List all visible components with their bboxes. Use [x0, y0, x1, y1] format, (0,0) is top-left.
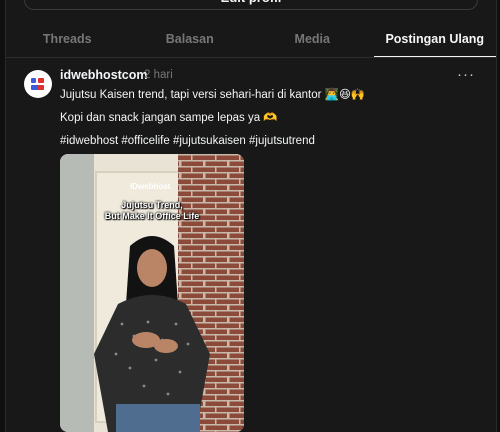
- video-caption-line-2: But Make It Office Life: [104, 211, 200, 221]
- post-time[interactable]: 2 hari: [144, 69, 173, 81]
- profile-tabs: Threads Balasan Media Postingan Ulang: [6, 23, 496, 57]
- post-text-line-1: Jujutsu Kaisen trend, tapi versi sehari-…: [60, 89, 366, 101]
- idwebhost-logo-icon: [31, 78, 44, 90]
- video-caption-line-1: Jujutsu Trend,: [121, 200, 183, 210]
- video-watermark: IDwebhost: [130, 182, 171, 191]
- tab-media[interactable]: Media: [251, 23, 374, 57]
- tab-replies[interactable]: Balasan: [129, 23, 252, 57]
- post-video[interactable]: IDwebhost Jujutsu Trend, But Make It Off…: [60, 154, 244, 432]
- tabs-divider: [6, 57, 496, 58]
- post-hashtags[interactable]: #idwebhost #officelife #jujutsukaisen #j…: [60, 135, 315, 147]
- more-options-icon[interactable]: ···: [457, 66, 475, 83]
- tab-reposts[interactable]: Postingan Ulang: [373, 23, 496, 57]
- post-username[interactable]: idwebhostcom: [60, 68, 148, 82]
- post-text-line-2: Kopi dan snack jangan sampe lepas ya 🫶: [60, 112, 278, 124]
- edit-profile-button[interactable]: Edit profil: [24, 0, 478, 10]
- video-frame-image: [60, 154, 244, 432]
- profile-panel: Edit profil Threads Balasan Media Postin…: [5, 0, 497, 432]
- avatar[interactable]: [24, 70, 52, 98]
- tab-threads[interactable]: Threads: [6, 23, 129, 57]
- video-caption: Jujutsu Trend, But Make It Office Life: [60, 200, 244, 222]
